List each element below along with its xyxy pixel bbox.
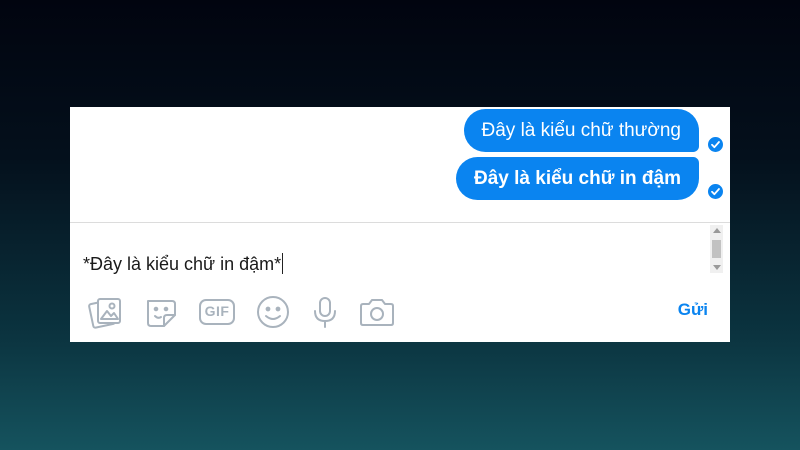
scroll-up-arrow-icon[interactable] [713, 228, 721, 233]
input-scrollbar[interactable] [710, 225, 723, 273]
microphone-icon[interactable] [306, 293, 344, 331]
gif-label: GIF [204, 303, 230, 319]
message-bubble[interactable]: Đây là kiểu chữ in đậm [456, 157, 699, 200]
scroll-thumb[interactable] [712, 240, 721, 258]
emoji-icon[interactable] [254, 293, 292, 331]
sticker-icon[interactable] [142, 293, 180, 331]
delivered-check-icon [708, 137, 723, 152]
send-button[interactable]: Gửi [678, 300, 708, 320]
message-bubble[interactable]: Đây là kiểu chữ thường [463, 109, 699, 152]
camera-icon[interactable] [358, 293, 396, 331]
composer-toolbar: GIF Gửi [70, 287, 730, 337]
photo-icon[interactable] [87, 293, 125, 331]
chat-window: Đây là kiểu chữ thường Đây là kiểu chữ i… [70, 107, 730, 342]
message-input[interactable]: *Đây là kiểu chữ in đậm* [83, 253, 284, 275]
delivered-check-icon [708, 184, 723, 199]
message-input-value: *Đây là kiểu chữ in đậm* [83, 254, 282, 274]
gif-icon[interactable]: GIF [198, 293, 236, 331]
message-list: Đây là kiểu chữ thường Đây là kiểu chữ i… [70, 107, 730, 222]
text-caret [282, 253, 284, 274]
scroll-down-arrow-icon[interactable] [713, 265, 721, 270]
